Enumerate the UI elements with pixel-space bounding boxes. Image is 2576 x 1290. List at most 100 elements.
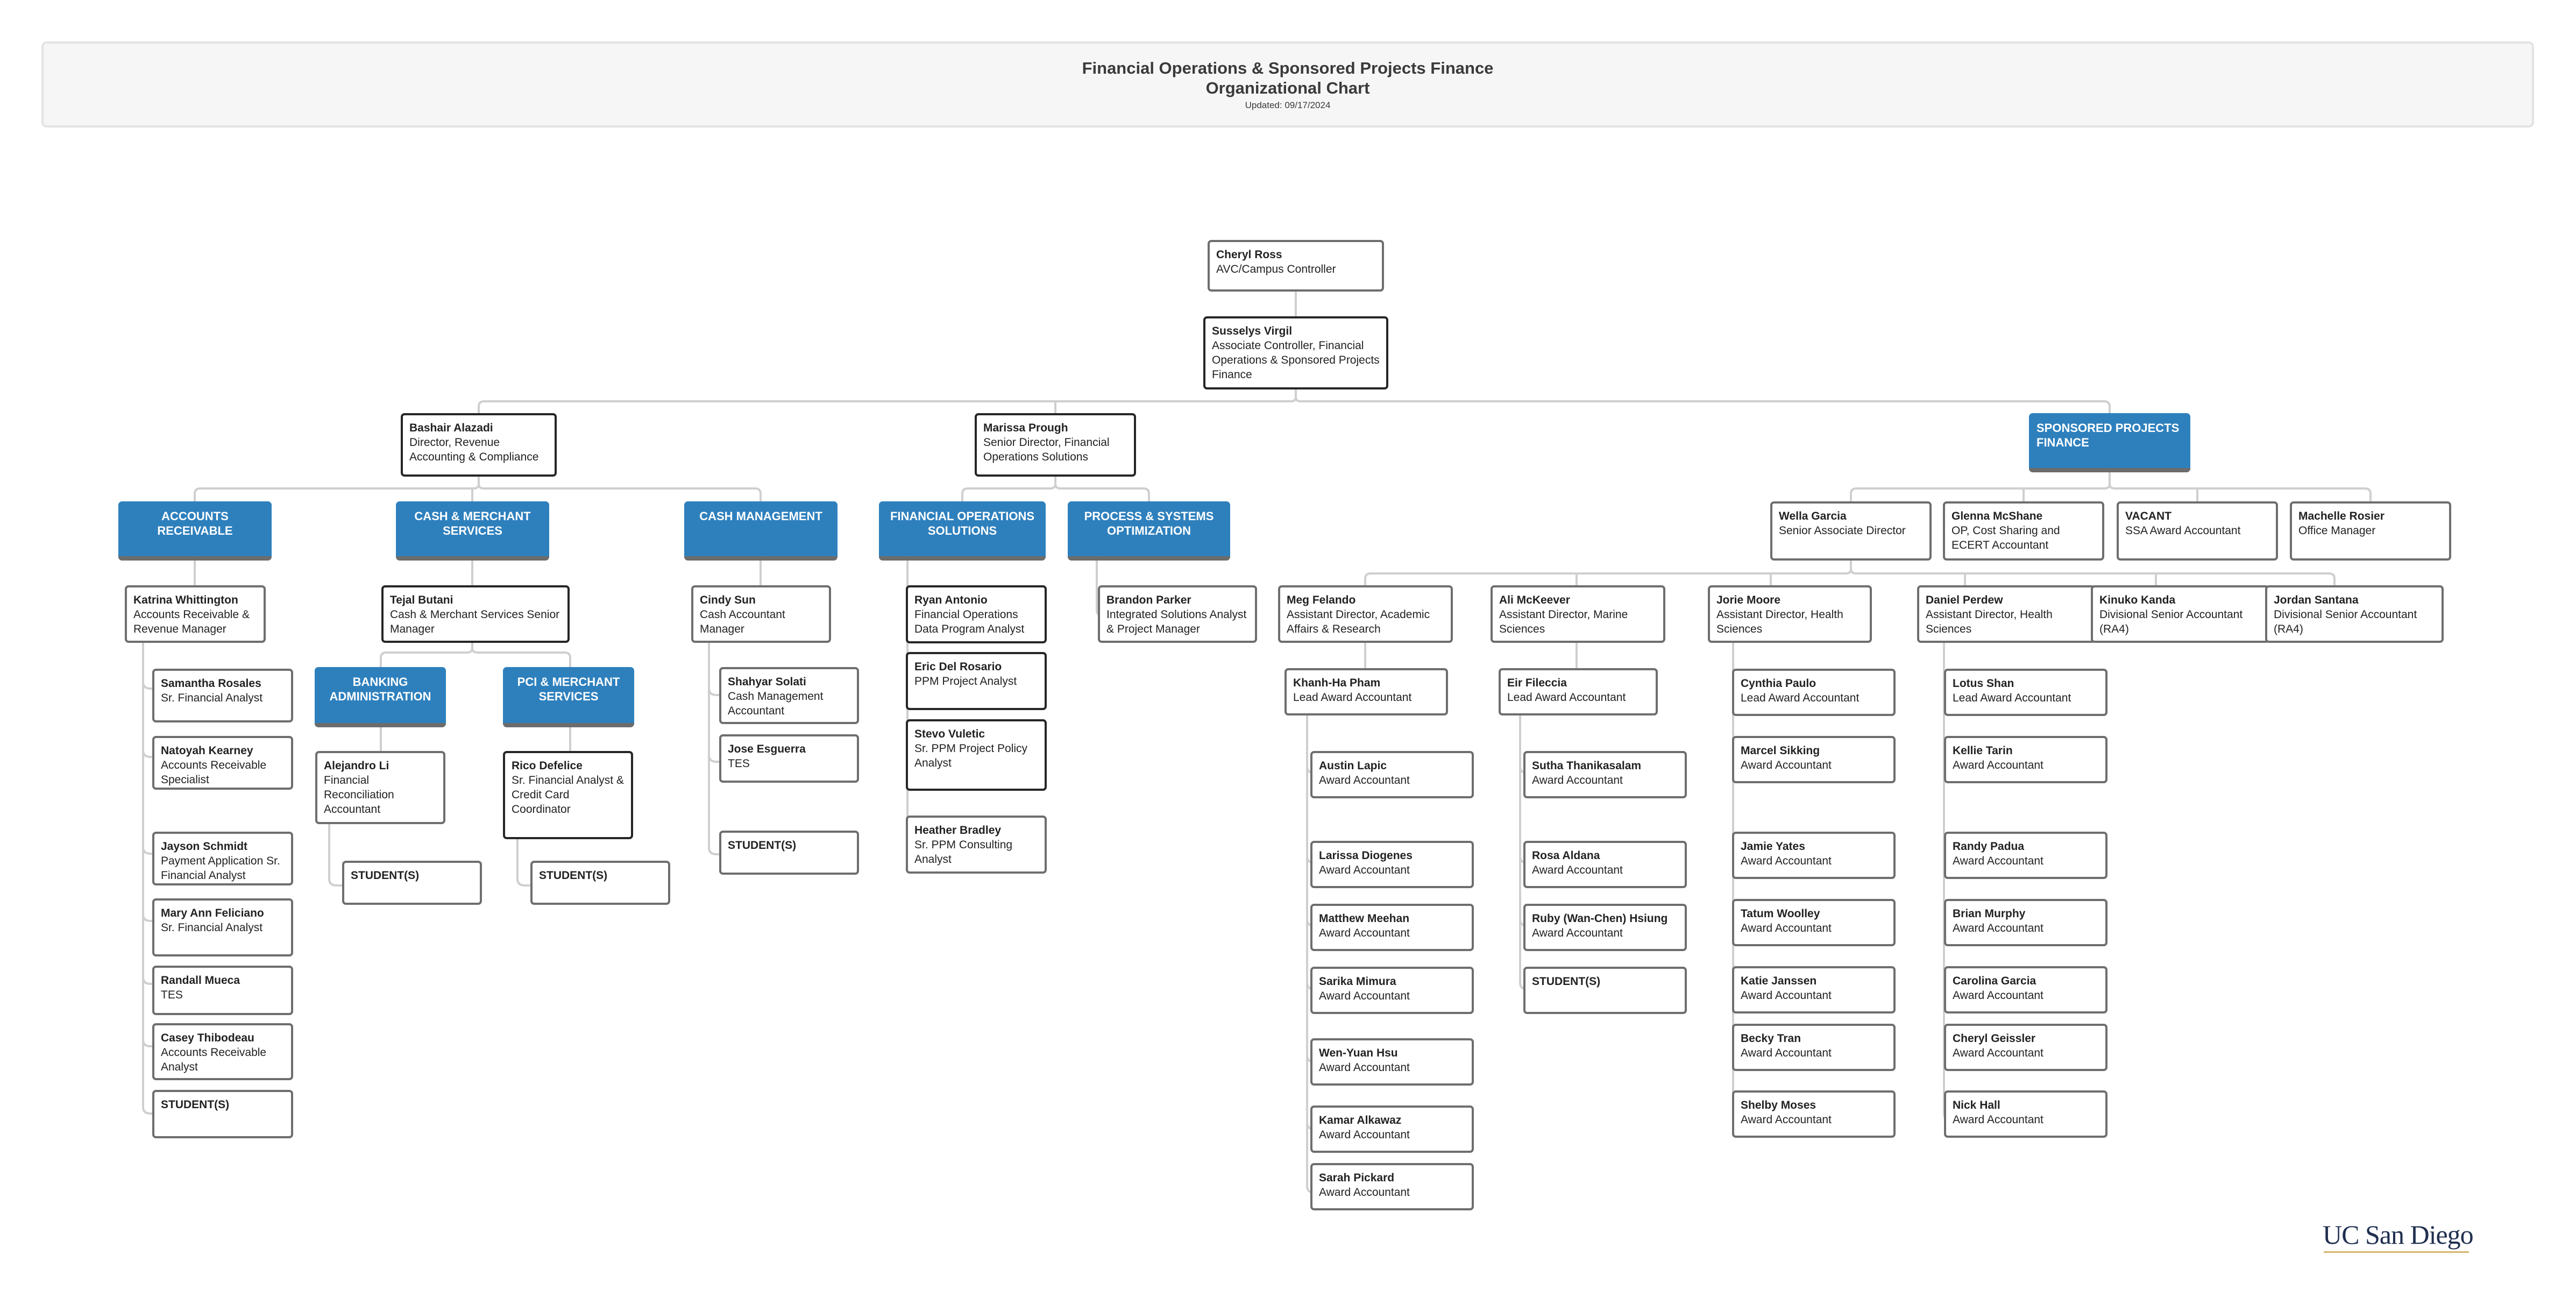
person-card[interactable]: Carolina Garcia Award Accountant <box>1944 966 2107 1013</box>
logo-underline <box>2324 1251 2469 1253</box>
person-title: Award Accountant <box>1953 1114 2043 1126</box>
person-card-students[interactable]: STUDENT(S) <box>719 831 859 875</box>
person-title: Sr. Financial Analyst & Credit Card Coor… <box>512 774 624 816</box>
department-pci-merchant-services[interactable]: PCI & MERCHANT SERVICES <box>503 667 634 727</box>
person-card[interactable]: Nick Hall Award Accountant <box>1944 1090 2107 1138</box>
connector <box>2109 472 2372 501</box>
person-name: Tejal Butani <box>390 594 453 606</box>
person-title: Award Accountant <box>1741 855 1832 867</box>
person-card[interactable]: Shahyar Solati Cash Management Accountant <box>719 667 859 724</box>
department-sponsored-projects-finance[interactable]: SPONSORED PROJECTS FINANCE <box>2029 413 2190 472</box>
person-card[interactable]: Tatum Woolley Award Accountant <box>1732 899 1896 946</box>
person-card[interactable]: Glenna McShane OP, Cost Sharing and ECER… <box>1943 501 2104 561</box>
person-card[interactable]: Cynthia Paulo Lead Award Accountant <box>1732 669 1896 716</box>
person-card[interactable]: Ruby (Wan-Chen) Hsiung Award Accountant <box>1523 904 1687 951</box>
person-card-students[interactable]: STUDENT(S) <box>152 1090 293 1138</box>
person-card-lead[interactable]: Eir Fileccia Lead Award Accountant <box>1499 668 1658 715</box>
person-name: Cindy Sun <box>700 594 756 606</box>
person-title: TES <box>728 757 750 770</box>
person-card[interactable]: Jose Esguerra TES <box>719 734 859 783</box>
person-card[interactable]: Kellie Tarin Award Accountant <box>1944 736 2107 783</box>
person-card[interactable]: Rico Defelice Sr. Financial Analyst & Cre… <box>503 751 633 839</box>
person-card[interactable]: Kamar Alkawaz Award Accountant <box>1310 1105 1474 1153</box>
person-card[interactable]: Alejandro Li Financial Reconciliation Acc… <box>315 751 445 824</box>
person-card[interactable]: Daniel Perdew Assistant Director, Health … <box>1917 585 2096 643</box>
person-card[interactable]: Sarah Pickard Award Accountant <box>1310 1163 1474 1210</box>
person-card[interactable]: Marcel Sikking Award Accountant <box>1732 736 1896 783</box>
person-title: Assistant Director, Marine Sciences <box>1499 608 1628 635</box>
department-financial-operations-solutions[interactable]: FINANCIAL OPERATIONS SOLUTIONS <box>879 501 1046 561</box>
person-title: Award Accountant <box>1741 759 1832 771</box>
person-card[interactable]: Kinuko Kanda Divisional Senior Accountant… <box>2091 585 2269 643</box>
person-card[interactable]: Matthew Meehan Award Accountant <box>1310 904 1474 951</box>
person-card[interactable]: Machelle Rosier Office Manager <box>2290 501 2451 561</box>
person-card[interactable]: Wella Garcia Senior Associate Director <box>1770 501 1932 561</box>
person-card-marissa-prough[interactable]: Marissa Prough Senior Director, Financia… <box>975 413 1136 477</box>
person-name: STUDENT(S) <box>1532 975 1601 988</box>
person-card-students[interactable]: STUDENT(S) <box>1523 967 1687 1014</box>
person-title: Office Manager <box>2298 524 2376 537</box>
person-card[interactable]: Ryan Antonio Financial Operations Data Pr… <box>906 585 1047 643</box>
person-name: Ali McKeever <box>1499 594 1570 606</box>
person-card[interactable]: Stevo Vuletic Sr. PPM Project Policy Anal… <box>906 719 1047 791</box>
person-title: Cash Accountant Manager <box>700 608 785 635</box>
person-card[interactable]: Sarika Mimura Award Accountant <box>1310 967 1474 1014</box>
person-name: Brandon Parker <box>1106 594 1191 606</box>
person-name: Wen-Yuan Hsu <box>1319 1047 1398 1059</box>
person-title: Award Accountant <box>1532 864 1623 876</box>
person-card[interactable]: Brian Murphy Award Accountant <box>1944 899 2107 946</box>
person-card[interactable]: Jayson Schmidt Payment Application Sr. Fi… <box>152 832 293 885</box>
person-card[interactable]: Eric Del Rosario PPM Project Analyst <box>906 652 1047 710</box>
connector <box>471 643 571 667</box>
person-card-susselys-virgil[interactable]: Susselys Virgil Associate Controller, Fi… <box>1203 316 1388 389</box>
person-card[interactable]: Austin Lapic Award Accountant <box>1310 751 1474 798</box>
connector-lines <box>142 292 2372 1194</box>
person-card-bashair-alazadi[interactable]: Bashair Alazadi Director, Revenue Accoun… <box>401 413 557 477</box>
person-card[interactable]: Jorie Moore Assistant Director, Health Sc… <box>1708 585 1872 643</box>
person-card[interactable]: Jamie Yates Award Accountant <box>1732 832 1896 879</box>
person-card-students[interactable]: STUDENT(S) <box>530 861 670 905</box>
person-name: Alejandro Li <box>324 760 389 772</box>
person-card[interactable]: Casey Thibodeau Accounts Receivable Analy… <box>152 1023 293 1080</box>
person-card[interactable]: Rosa Aldana Award Accountant <box>1523 841 1687 888</box>
person-card[interactable]: Natoyah Kearney Accounts Receivable Speci… <box>152 736 293 790</box>
person-title: Award Accountant <box>1741 922 1832 934</box>
connector <box>516 839 530 887</box>
person-card[interactable]: Cheryl Geissler Award Accountant <box>1944 1024 2107 1071</box>
person-card-manager[interactable]: Tejal Butani Cash & Merchant Services Se… <box>381 585 570 643</box>
person-card[interactable]: Wen-Yuan Hsu Award Accountant <box>1310 1038 1474 1086</box>
person-card[interactable]: Larissa Diogenes Award Accountant <box>1310 841 1474 888</box>
person-card-manager[interactable]: Cindy Sun Cash Accountant Manager <box>691 585 831 643</box>
person-card-manager[interactable]: Katrina Whittington Accounts Receivable … <box>125 585 266 643</box>
person-card[interactable]: Becky Tran Award Accountant <box>1732 1024 1896 1071</box>
department-banking-administration[interactable]: BANKING ADMINISTRATION <box>315 667 446 727</box>
person-card[interactable]: Sutha Thanikasalam Award Accountant <box>1523 751 1687 798</box>
person-card[interactable]: Shelby Moses Award Accountant <box>1732 1090 1896 1138</box>
person-title: SSA Award Accountant <box>2125 524 2241 537</box>
connector <box>1054 477 1150 501</box>
person-card-vacant[interactable]: VACANT SSA Award Accountant <box>2117 501 2278 561</box>
person-title: Award Accountant <box>1741 1047 1832 1059</box>
person-card[interactable]: Heather Bradley Sr. PPM Consulting Analys… <box>906 816 1047 874</box>
person-card-students[interactable]: STUDENT(S) <box>342 861 482 905</box>
person-card[interactable]: Randall Mueca TES <box>152 966 293 1015</box>
person-card[interactable]: Ali McKeever Assistant Director, Marine S… <box>1491 585 1665 643</box>
person-card-lead[interactable]: Khanh-Ha Pham Lead Award Accountant <box>1285 668 1448 715</box>
person-name: Daniel Perdew <box>1926 594 2003 606</box>
person-name: Nick Hall <box>1953 1099 2000 1111</box>
person-card[interactable]: Meg Felando Assistant Director, Academic … <box>1278 585 1453 643</box>
department-cash-management[interactable]: CASH MANAGEMENT <box>684 501 838 561</box>
person-card[interactable]: Samantha Rosales Sr. Financial Analyst <box>152 669 293 722</box>
person-card[interactable]: Katie Janssen Award Accountant <box>1732 966 1896 1013</box>
person-name: Sarah Pickard <box>1319 1172 1395 1184</box>
person-card[interactable]: Brandon Parker Integrated Solutions Analy… <box>1098 585 1257 643</box>
person-name: Susselys Virgil <box>1212 325 1293 337</box>
department-accounts-receivable[interactable]: ACCOUNTS RECEIVABLE <box>118 501 272 561</box>
person-card-cheryl-ross[interactable]: Cheryl Ross AVC/Campus Controller <box>1208 240 1384 292</box>
department-cash-merchant-services[interactable]: CASH & MERCHANT SERVICES <box>396 501 549 561</box>
department-process-systems-optimization[interactable]: PROCESS & SYSTEMS OPTIMIZATION <box>1068 501 1230 561</box>
person-card[interactable]: Randy Padua Award Accountant <box>1944 832 2107 879</box>
person-card[interactable]: Jordan Santana Divisional Senior Accounta… <box>2265 585 2444 643</box>
person-card[interactable]: Lotus Shan Lead Award Accountant <box>1944 669 2107 716</box>
person-card[interactable]: Mary Ann Feliciano Sr. Financial Analyst <box>152 898 293 956</box>
